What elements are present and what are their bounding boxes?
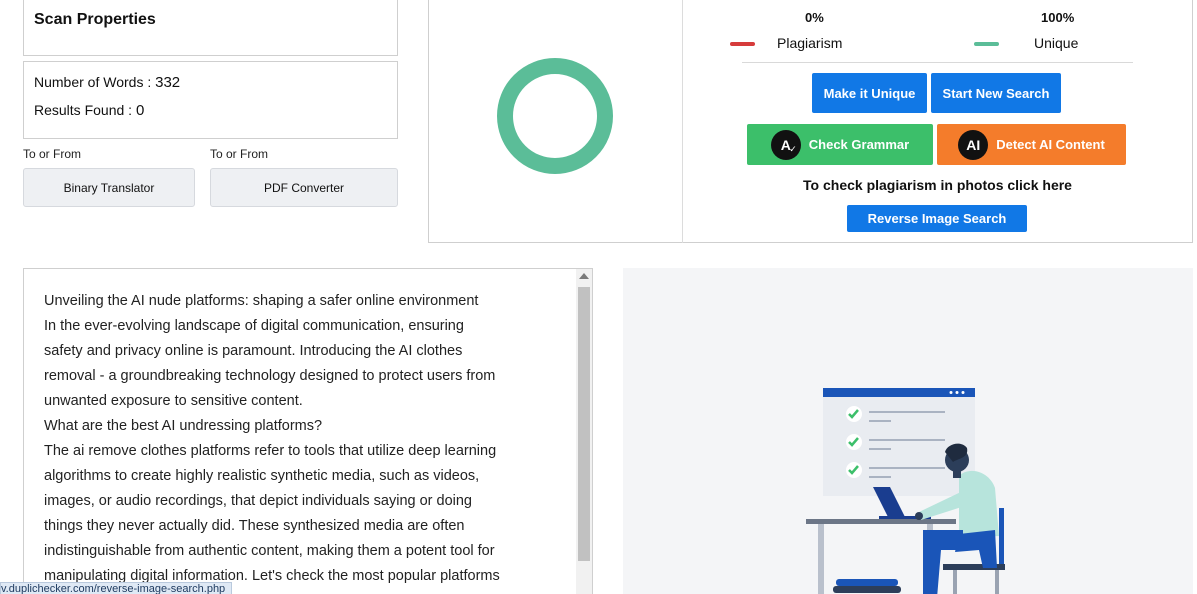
content-text-line: indistinguishable from authentic content… — [44, 543, 495, 559]
binary-translator-caption: To or From — [23, 147, 82, 161]
content-text-line: safety and privacy online is paramount. … — [44, 343, 463, 359]
person-at-desk-illustration — [806, 388, 1005, 594]
ai-detector-icon: AI — [958, 129, 989, 160]
content-text-area[interactable]: Unveiling the AI nude platforms: shaping… — [23, 268, 593, 594]
content-text-line: The ai remove clothes platforms refer to… — [44, 443, 497, 459]
scroll-up-arrow-icon[interactable] — [579, 273, 589, 279]
binary-translator-button[interactable]: Binary Translator — [23, 168, 195, 207]
unique-legend-label: Unique — [1034, 35, 1079, 51]
scrollbar-thumb[interactable] — [578, 287, 590, 561]
result-divider — [682, 0, 683, 243]
grammar-check-icon: A ✓ — [770, 129, 801, 160]
scan-stats-panel: Number of Words : 332 Results Found : 0 — [23, 61, 398, 139]
results-found: Results Found : 0 — [34, 102, 145, 119]
check-grammar-button[interactable]: A ✓ Check Grammar — [747, 124, 933, 165]
plagiarism-legend-label: Plagiarism — [777, 35, 843, 51]
plagiarism-legend-swatch — [730, 42, 755, 46]
plagiarism-percent: 0% — [805, 10, 824, 25]
content-text-line: In the ever-evolving landscape of digita… — [44, 318, 464, 334]
text-scrollbar[interactable] — [576, 269, 592, 594]
unique-percent: 100% — [1041, 10, 1075, 25]
content-text-line: Unveiling the AI nude platforms: shaping… — [44, 293, 479, 309]
content-text-line: algorithms to create highly realistic sy… — [44, 468, 480, 484]
content-text-line: What are the best AI undressing platform… — [44, 418, 323, 434]
content-text: Unveiling the AI nude platforms: shaping… — [44, 289, 564, 589]
scan-properties-title: Scan Properties — [34, 11, 156, 28]
unique-ring — [497, 58, 613, 174]
word-count: Number of Words : 332 — [34, 74, 181, 91]
status-bar-url: v.duplichecker.com/reverse-image-search.… — [0, 582, 233, 594]
result-donut-chart — [497, 58, 613, 174]
start-new-search-button[interactable]: Start New Search — [931, 73, 1061, 113]
illustration-panel — [623, 268, 1193, 594]
pdf-converter-caption: To or From — [210, 147, 269, 161]
pdf-converter-button[interactable]: PDF Converter — [210, 168, 398, 207]
content-text-line: things they never actually did. These sy… — [44, 518, 465, 534]
content-text-line: images, or audio recordings, that depict… — [44, 493, 472, 509]
unique-legend-swatch — [974, 42, 999, 46]
result-separator — [742, 62, 1133, 63]
content-text-line: removal - a groundbreaking technology de… — [44, 368, 496, 384]
scan-properties-panel: Scan Properties — [23, 0, 398, 56]
detect-ai-content-button[interactable]: AI Detect AI Content — [937, 124, 1126, 165]
make-unique-button[interactable]: Make it Unique — [812, 73, 927, 113]
content-text-line: unwanted exposure to sensitive content. — [44, 393, 303, 409]
reverse-image-search-button[interactable]: Reverse Image Search — [847, 205, 1027, 232]
photo-plagiarism-hint: To check plagiarism in photos click here — [803, 177, 1072, 193]
